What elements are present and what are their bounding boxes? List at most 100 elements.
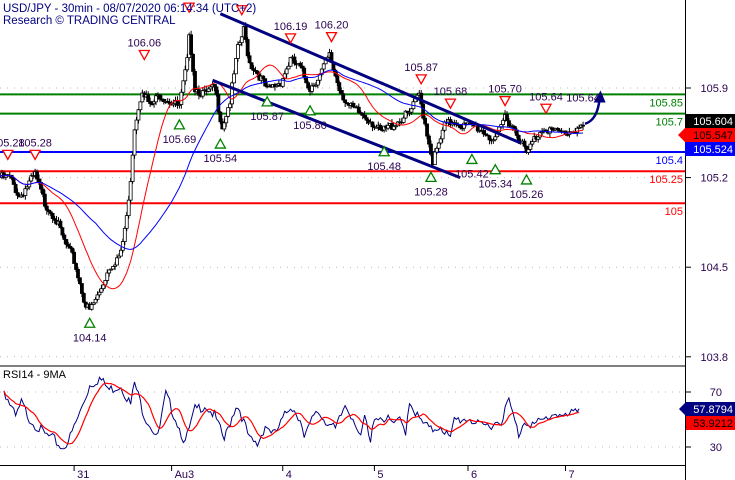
candle-body [134, 119, 139, 131]
candle-body [232, 73, 236, 84]
candle-body [286, 65, 291, 70]
high-marker-icon [1, 149, 14, 161]
candle-body [343, 99, 348, 104]
candle-body [60, 227, 65, 236]
candle-body [497, 126, 502, 133]
svg-text:105.604: 105.604 [693, 116, 733, 128]
candle-body [222, 122, 227, 130]
candle-body [507, 120, 511, 127]
candle-body [255, 70, 260, 75]
rsi-tick-label: 30 [710, 442, 722, 454]
low-marker-icon [303, 104, 317, 116]
candle-body [200, 90, 205, 97]
candle-body [226, 107, 231, 117]
candle-body [191, 54, 195, 72]
high-marker-icon [325, 31, 338, 43]
svg-text:53.9212: 53.9212 [693, 418, 733, 430]
candle-body [306, 82, 311, 89]
candle-body [501, 119, 506, 125]
candle-body [74, 263, 78, 270]
rsi-title: RSI14 - 9MA [3, 369, 67, 381]
candle-body [44, 205, 49, 211]
candle-body [120, 241, 125, 251]
price-tick-label: 103.8 [700, 352, 728, 364]
low-label: 105.87 [250, 111, 284, 123]
high-label: 106.20 [315, 20, 349, 32]
time-tick-label: 5 [377, 469, 383, 480]
candle-body [95, 294, 100, 300]
high-marker-icon [498, 95, 512, 107]
candle-body [224, 115, 229, 124]
support-level-label: 105 [665, 206, 683, 218]
svg-text:105.547: 105.547 [693, 130, 733, 142]
candle-body [310, 85, 314, 92]
moving-averages [0, 64, 584, 290]
candle-body [72, 251, 76, 264]
high-label: 106.06 [127, 38, 161, 50]
price-label: 105.64 [566, 92, 600, 104]
usdjpy-chart[interactable]: 105.28 105.28 104.14 106.06 105.69 106.43 105.… [0, 0, 735, 480]
candle-body [247, 55, 252, 64]
candle-body [130, 154, 135, 182]
candle-body [522, 140, 527, 147]
rsi-ma-line [3, 382, 580, 445]
price-tick-label: 104.5 [700, 262, 728, 274]
ma-red-badge: 105.547 [678, 128, 735, 142]
rsi-lines [3, 376, 580, 450]
ma-blue-badge: 105.524 [685, 142, 735, 156]
high-label: 106.43 [172, 0, 206, 2]
candle-body [50, 213, 55, 219]
candle-body [421, 103, 426, 119]
low-label: 105.80 [293, 120, 327, 132]
resistance-level-label: 105.7 [655, 117, 683, 129]
candle-body [11, 177, 16, 185]
chart-title: USD/JPY - 30min - 08/07/2020 06:14:34 (U… [3, 3, 256, 15]
time-axis[interactable]: 31 Au3 4 5 6 7 [73, 465, 575, 480]
candle-body [409, 108, 414, 113]
candle-body [298, 62, 303, 67]
time-tick-label: 31 [77, 469, 89, 480]
high-label: 106.19 [274, 21, 308, 33]
candle-body [37, 178, 41, 183]
candle-body [370, 121, 375, 128]
svg-text:57.8794: 57.8794 [693, 404, 733, 416]
candle-body [239, 36, 244, 44]
candle-body [138, 101, 143, 111]
candle-body [234, 58, 238, 75]
level-labels: 105.85 105.7 105.4 105.25 105 [649, 97, 683, 218]
candle-body [42, 193, 47, 207]
pivot-level-label: 105.4 [655, 155, 683, 167]
candle-body [351, 102, 355, 108]
candle-body [438, 138, 443, 144]
candle-body [321, 63, 326, 70]
candle-body [458, 124, 463, 129]
low-label: 105.26 [510, 189, 544, 201]
svg-text:105.524: 105.524 [693, 144, 733, 156]
high-marker-icon [539, 103, 553, 115]
candle-body [429, 143, 433, 155]
support-level-label: 105.25 [649, 174, 683, 186]
candle-body [526, 149, 531, 153]
candle-body [64, 239, 69, 245]
support-resistance-levels [0, 93, 685, 205]
high-label: 105.68 [434, 86, 468, 98]
candle-body [245, 39, 250, 57]
rsi-ma-badge: 53.9212 [686, 416, 735, 430]
price-tick-label: 105.2 [700, 173, 728, 185]
candle-body [136, 109, 141, 121]
price-tick-label: 105.9 [700, 83, 728, 95]
candle-body [128, 181, 133, 201]
candle-body [81, 293, 86, 303]
candle-body [528, 143, 533, 150]
candle-body [432, 151, 437, 165]
high-label: 105.28 [18, 137, 52, 149]
low-marker-icon [489, 163, 502, 175]
candle-body [337, 82, 342, 91]
candle-body [89, 304, 94, 310]
last-price-badge: 105.604 [685, 114, 735, 128]
candle-body [339, 90, 344, 95]
candle-body [341, 93, 346, 101]
candle-body [181, 80, 186, 93]
resistance-level-label: 105.85 [649, 97, 683, 109]
ma-slow-line [0, 69, 584, 250]
